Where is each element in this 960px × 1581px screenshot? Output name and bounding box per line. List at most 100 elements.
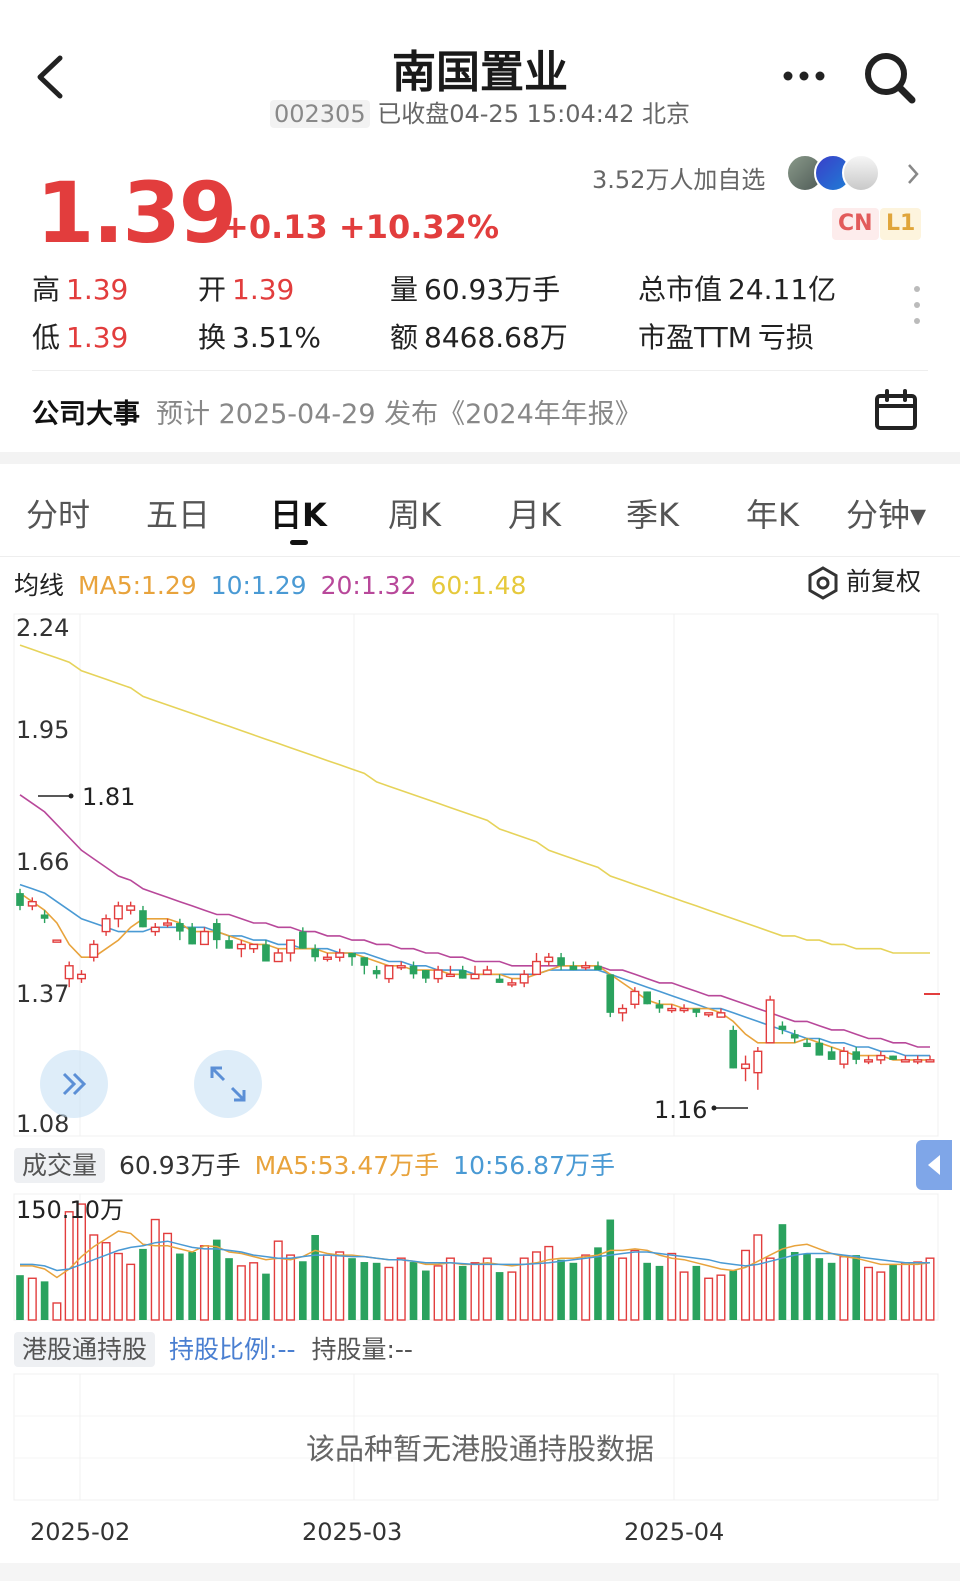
volume-bar xyxy=(557,1259,565,1320)
hk-label[interactable]: 港股通持股 xyxy=(14,1332,156,1367)
volume-bar xyxy=(16,1275,24,1320)
price-axis-label: 1.95 xyxy=(16,716,69,744)
top-bar: 南国置业 002305 已收盘04-25 15:04:42 北京 xyxy=(0,0,960,140)
candle-body xyxy=(679,1007,689,1012)
stat-amount: 额 8468.68万 xyxy=(390,316,568,356)
stat-label: 额 xyxy=(390,321,419,354)
stock-subtitle: 002305 已收盘04-25 15:04:42 北京 xyxy=(0,94,960,129)
tab-monthly-k[interactable]: 月K xyxy=(508,490,561,536)
tab-minute[interactable]: 分钟▾ xyxy=(846,490,926,536)
volume-bar xyxy=(815,1258,824,1320)
candle-body xyxy=(544,956,554,963)
volume-bars xyxy=(16,1203,935,1321)
ma10-value: 10:1.29 xyxy=(210,571,307,600)
volume-bar xyxy=(311,1234,319,1320)
kline-chart[interactable]: 2.241.951.661.371.08 1.81 1.16 150.10万 xyxy=(0,600,960,1540)
min-price-dot xyxy=(711,1105,717,1111)
volume-bar xyxy=(643,1262,651,1320)
candle-body xyxy=(594,965,602,971)
hk-amount: 持股量:-- xyxy=(311,1335,413,1364)
candle-body xyxy=(322,956,332,960)
volume-bar xyxy=(852,1255,861,1320)
date-label: 2025-04 xyxy=(624,1518,725,1546)
candle-body xyxy=(889,1055,897,1060)
tab-yearly-k[interactable]: 年K xyxy=(746,490,799,536)
stat-value: 8468.68万 xyxy=(424,321,568,354)
volume-bar xyxy=(716,1274,726,1321)
volume-label[interactable]: 成交量 xyxy=(14,1148,106,1183)
candle-body xyxy=(618,1007,628,1014)
volume-bar xyxy=(52,1302,62,1321)
max-price-label: 1.81 xyxy=(82,783,135,811)
volume-bar xyxy=(606,1219,615,1320)
search-icon[interactable] xyxy=(862,50,918,106)
calendar-icon[interactable] xyxy=(874,388,918,432)
ma-legend[interactable]: 均线 MA5:1.29 10:1.29 20:1.32 60:1.48 xyxy=(14,566,540,602)
tab-five-day[interactable]: 五日 xyxy=(146,490,210,536)
adjust-selector[interactable]: 前复权 xyxy=(806,562,921,600)
volume-bar xyxy=(113,1252,123,1321)
volume-bar xyxy=(89,1234,99,1321)
company-event[interactable]: 公司大事 预计 2025-04-29 发布《2024年年报》 xyxy=(32,392,642,431)
stat-turnover: 换 3.51% xyxy=(198,316,321,356)
candle-body xyxy=(815,1042,824,1056)
chevron-right-icon[interactable] xyxy=(906,162,920,186)
volume-bar xyxy=(704,1277,714,1321)
candle-body xyxy=(384,965,394,980)
min-price-label: 1.16 xyxy=(654,1096,707,1124)
stat-label: 开 xyxy=(198,273,227,306)
volume-bar xyxy=(741,1249,751,1321)
price-panel-border xyxy=(13,613,939,1137)
stat-value: 1.39 xyxy=(232,273,295,306)
volume-bar xyxy=(753,1234,763,1321)
watchlist-count[interactable]: 3.52万人加自选 xyxy=(592,160,765,195)
volume-bar xyxy=(544,1245,554,1321)
tab-daily-k[interactable]: 日K xyxy=(270,490,327,536)
volume-bar xyxy=(679,1271,689,1321)
period-tabs: 分时 五日 日K 周K 月K 季K 年K 分钟▾ xyxy=(0,474,960,554)
triangle-left-icon xyxy=(928,1155,940,1175)
stat-value: 1.39 xyxy=(66,273,129,306)
candle-body xyxy=(286,939,296,954)
stat-label: 换 xyxy=(198,321,227,354)
stock-code: 002305 xyxy=(269,100,370,128)
volume-bar xyxy=(803,1253,811,1320)
candle-body xyxy=(89,943,99,958)
candle-body xyxy=(199,930,209,946)
date-label: 2025-03 xyxy=(302,1518,403,1546)
candle-body xyxy=(76,973,86,980)
more-icon[interactable] xyxy=(782,70,826,82)
candle-body xyxy=(335,952,345,958)
candle-body xyxy=(519,973,529,984)
volume-bar xyxy=(286,1254,296,1321)
volume-bar xyxy=(273,1240,283,1321)
watcher-avatars[interactable] xyxy=(786,154,896,194)
candle-body xyxy=(236,943,246,950)
volume-bar xyxy=(618,1257,628,1321)
stat-label: 低 xyxy=(32,321,61,354)
candle-body xyxy=(262,944,270,962)
volume-bar xyxy=(225,1258,233,1320)
candle-body xyxy=(667,1007,677,1012)
fullscreen-button[interactable] xyxy=(194,1050,262,1118)
volume-bar xyxy=(900,1262,910,1321)
volume-bar xyxy=(445,1257,455,1321)
section-separator xyxy=(0,452,960,464)
volume-bar xyxy=(335,1251,345,1321)
candle-body xyxy=(126,905,136,911)
ma20-line xyxy=(19,794,930,1048)
volume-bar xyxy=(495,1272,504,1320)
scroll-latest-button[interactable] xyxy=(40,1050,108,1118)
event-label: 公司大事 xyxy=(32,399,140,430)
tab-intraday[interactable]: 分时 xyxy=(26,490,90,536)
collapse-side-button[interactable] xyxy=(916,1140,952,1190)
ma60-series xyxy=(19,644,930,954)
candle-body xyxy=(482,969,492,976)
stat-label: 量 xyxy=(390,273,419,306)
more-stats-icon[interactable] xyxy=(914,286,922,332)
tab-quarterly-k[interactable]: 季K xyxy=(626,490,679,536)
candle-body xyxy=(52,939,62,943)
stat-market-cap: 总市值 24.11亿 xyxy=(638,268,836,308)
tab-weekly-k[interactable]: 周K xyxy=(388,490,441,536)
stat-volume: 量 60.93万手 xyxy=(390,268,560,308)
